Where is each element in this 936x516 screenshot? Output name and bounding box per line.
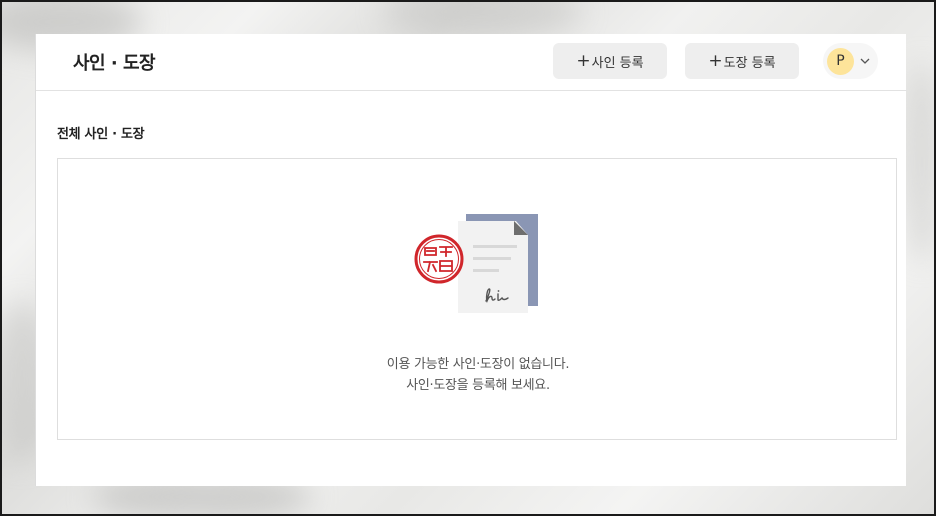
background-texture	[382, 2, 582, 37]
chevron-down-icon	[860, 58, 870, 64]
profile-menu-button[interactable]: P	[823, 43, 878, 79]
header: 사인 · 도장 + 사인 등록 + 도장 등록 P	[36, 34, 907, 91]
main-panel: 사인 · 도장 + 사인 등록 + 도장 등록 P 전체 사인 · 도장 이용 …	[35, 34, 907, 486]
add-sign-label: 사인 등록	[591, 55, 644, 71]
empty-message-line1: 이용 가능한 사인·도장이 없습니다.	[386, 357, 570, 372]
empty-document-stamp-icon	[414, 214, 538, 313]
page-title: 사인 · 도장	[73, 53, 156, 74]
section-title: 전체 사인 · 도장	[57, 127, 145, 142]
plus-icon: +	[576, 50, 591, 71]
empty-state-box: 이용 가능한 사인·도장이 없습니다. 사인·도장을 등록해 보세요.	[57, 158, 897, 440]
add-stamp-button[interactable]: + 도장 등록	[685, 43, 799, 79]
avatar: P	[827, 47, 854, 75]
background-texture	[902, 62, 934, 262]
plus-icon: +	[708, 50, 723, 71]
add-sign-button[interactable]: + 사인 등록	[553, 43, 667, 79]
empty-message-line2: 사인·도장을 등록해 보세요.	[406, 378, 550, 393]
window-frame: 사인 · 도장 + 사인 등록 + 도장 등록 P 전체 사인 · 도장 이용 …	[0, 0, 936, 516]
add-stamp-label: 도장 등록	[723, 55, 776, 71]
